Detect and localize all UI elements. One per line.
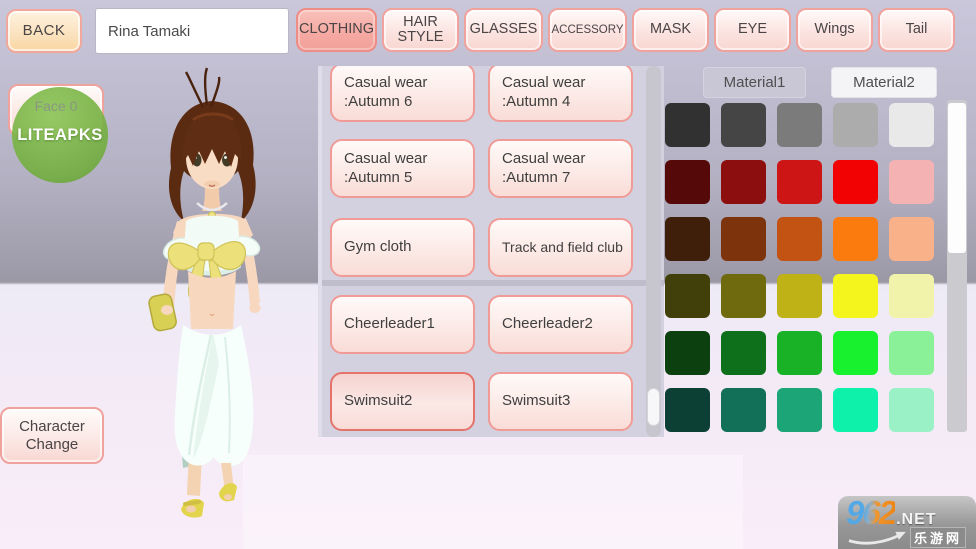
color-swatch-r3-c3[interactable] [777, 217, 822, 261]
watermark-title-row: 962 .NET [846, 498, 970, 529]
clothing-scrollbar[interactable] [646, 66, 661, 437]
floor-highlight [243, 455, 743, 549]
color-swatch-r2-c1[interactable] [665, 160, 710, 204]
color-swatch-r5-c2[interactable] [721, 331, 766, 375]
color-swatch-r2-c3[interactable] [777, 160, 822, 204]
tab-tail[interactable]: Tail [878, 8, 955, 52]
list-separator [322, 280, 664, 286]
color-swatch-r6-c4[interactable] [833, 388, 878, 432]
962net-watermark: 962 .NET 乐游网 [838, 496, 976, 549]
tab-mask[interactable]: MASK [632, 8, 709, 52]
color-swatch-r1-c5[interactable] [889, 103, 934, 147]
clothing-item-track-and-field-club[interactable]: Track and field club [488, 218, 633, 277]
tab-accessory[interactable]: ACCESSORY [548, 8, 627, 52]
color-swatch-r4-c4[interactable] [833, 274, 878, 318]
color-swatch-r2-c5[interactable] [889, 160, 934, 204]
character-name-input[interactable] [95, 8, 289, 54]
color-palette [665, 103, 934, 432]
character-midriff [188, 271, 236, 329]
character-skirt [175, 325, 254, 496]
color-swatch-r4-c1[interactable] [665, 274, 710, 318]
character-model [133, 63, 297, 528]
tab-eye[interactable]: EYE [714, 8, 791, 52]
color-swatch-r2-c4[interactable] [833, 160, 878, 204]
watermark-cn-label: 乐游网 [910, 527, 966, 548]
color-swatch-r6-c5[interactable] [889, 388, 934, 432]
color-swatch-r5-c5[interactable] [889, 331, 934, 375]
swoosh-arrow-icon [846, 531, 908, 545]
clothing-item-cheerleader1[interactable]: Cheerleader1 [330, 295, 475, 354]
tab-wings[interactable]: Wings [796, 8, 873, 52]
clothing-item-swimsuit2[interactable]: Swimsuit2 [330, 372, 475, 431]
clothing-item-casual-wear-autumn-4[interactable]: Casual wear :Autumn 4 [488, 66, 633, 122]
color-swatch-r1-c1[interactable] [665, 103, 710, 147]
clothing-item-swimsuit3[interactable]: Swimsuit3 [488, 372, 633, 431]
color-swatch-r3-c1[interactable] [665, 217, 710, 261]
material1-tab[interactable]: Material1 [703, 67, 806, 98]
color-swatch-r5-c1[interactable] [665, 331, 710, 375]
color-swatch-r3-c2[interactable] [721, 217, 766, 261]
clothing-item-casual-wear-autumn-6[interactable]: Casual wear :Autumn 6 [330, 66, 475, 122]
watermark-number: 962 [846, 498, 895, 528]
clothing-item-cheerleader2[interactable]: Cheerleader2 [488, 295, 633, 354]
tab-hair-style[interactable]: HAIR STYLE [382, 8, 459, 52]
color-swatch-r1-c4[interactable] [833, 103, 878, 147]
tab-glasses[interactable]: GLASSES [464, 8, 543, 52]
screen: BACK CLOTHINGHAIR STYLEGLASSESACCESSORYM… [0, 0, 976, 549]
color-swatch-r5-c4[interactable] [833, 331, 878, 375]
clothing-item-gym-cloth[interactable]: Gym cloth [330, 218, 475, 277]
clothing-list: Casual wear :Autumn 6Casual wear :Autumn… [318, 66, 664, 437]
color-swatch-r4-c2[interactable] [721, 274, 766, 318]
color-swatch-r3-c5[interactable] [889, 217, 934, 261]
color-swatch-r4-c5[interactable] [889, 274, 934, 318]
clothing-item-casual-wear-autumn-5[interactable]: Casual wear :Autumn 5 [330, 139, 475, 198]
face-button-label: Face 0 [35, 98, 78, 114]
material2-tab[interactable]: Material2 [831, 67, 937, 98]
color-swatch-r4-c3[interactable] [777, 274, 822, 318]
back-button[interactable]: BACK [6, 9, 82, 53]
palette-scrollbar-thumb[interactable] [948, 103, 966, 253]
tab-clothing[interactable]: CLOTHING [296, 8, 377, 52]
watermark-sub-row: 乐游网 [846, 527, 970, 548]
color-swatch-r1-c2[interactable] [721, 103, 766, 147]
color-swatch-r6-c1[interactable] [665, 388, 710, 432]
clothing-item-casual-wear-autumn-7[interactable]: Casual wear :Autumn 7 [488, 139, 633, 198]
color-swatch-r6-c3[interactable] [777, 388, 822, 432]
palette-scrollbar[interactable] [947, 100, 967, 432]
color-swatch-r6-c2[interactable] [721, 388, 766, 432]
color-swatch-r3-c4[interactable] [833, 217, 878, 261]
color-swatch-r5-c3[interactable] [777, 331, 822, 375]
character-change-button[interactable]: Character Change [0, 407, 104, 464]
color-swatch-r1-c3[interactable] [777, 103, 822, 147]
category-tabs: CLOTHINGHAIR STYLEGLASSESACCESSORYMASKEY… [296, 8, 955, 52]
clothing-scrollbar-thumb[interactable] [647, 388, 660, 426]
color-swatch-r2-c2[interactable] [721, 160, 766, 204]
